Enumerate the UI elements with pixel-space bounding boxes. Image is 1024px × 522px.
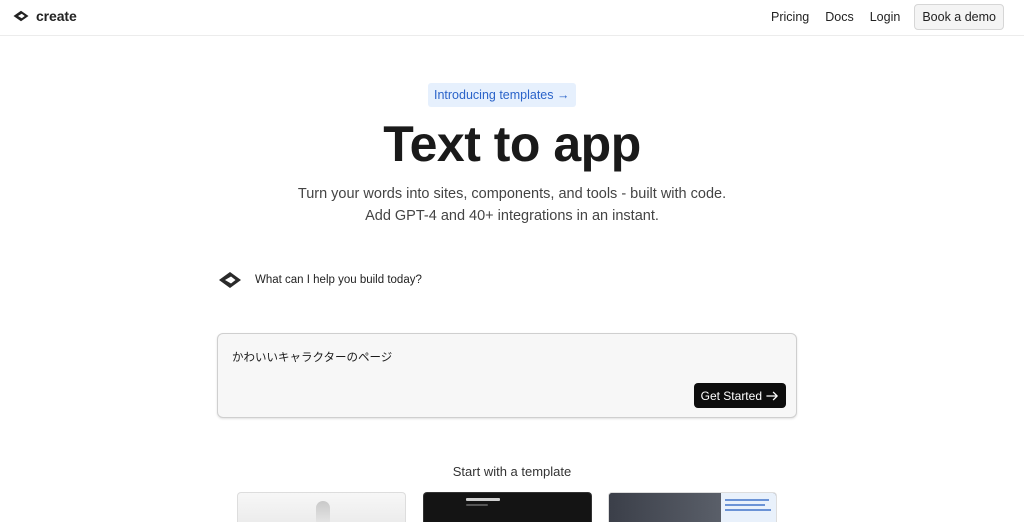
nav-docs-link[interactable]: Docs	[817, 4, 861, 30]
template-thumbnail-figure	[316, 501, 330, 522]
create-logo-icon	[13, 10, 29, 22]
prompt-box: Get Started	[217, 333, 797, 418]
assistant-logo-icon	[219, 272, 241, 288]
template-thumbnail-line	[725, 509, 771, 511]
template-thumbnail-image	[609, 493, 721, 522]
brand-name: create	[36, 8, 77, 24]
arrow-right-icon	[766, 391, 778, 400]
brand-link[interactable]: create	[12, 8, 77, 24]
get-started-label: Get Started	[700, 388, 762, 403]
template-card[interactable]	[237, 492, 406, 522]
template-card[interactable]	[608, 492, 777, 522]
top-navbar: create Pricing Docs Login Book a demo	[0, 0, 1024, 36]
assistant-prompt-row: What can I help you build today?	[218, 270, 422, 290]
assistant-question: What can I help you build today?	[255, 274, 422, 286]
hero-subtitle-line1: Turn your words into sites, components, …	[297, 186, 727, 202]
nav-pricing-link[interactable]: Pricing	[763, 4, 817, 30]
template-thumbnail-sidebar	[721, 493, 776, 522]
template-thumbnail-line	[725, 504, 765, 506]
main-nav: Pricing Docs Login Book a demo	[763, 4, 1004, 30]
templates-heading: Start with a template	[452, 464, 572, 479]
book-demo-button[interactable]: Book a demo	[914, 4, 1004, 30]
nav-login-link[interactable]: Login	[862, 4, 909, 30]
prompt-input[interactable]	[232, 346, 772, 368]
hero-subtitle-line2: Add GPT-4 and 40+ integrations in an ins…	[365, 208, 659, 224]
get-started-button[interactable]: Get Started	[693, 383, 786, 408]
template-thumbnail-line	[725, 499, 769, 501]
hero-title: Text to app	[383, 116, 641, 172]
template-thumbnail-bar	[466, 498, 500, 501]
template-card[interactable]	[423, 492, 592, 522]
template-thumbnail-bar	[466, 504, 488, 506]
introducing-templates-badge[interactable]: Introducing templates →	[428, 83, 576, 107]
